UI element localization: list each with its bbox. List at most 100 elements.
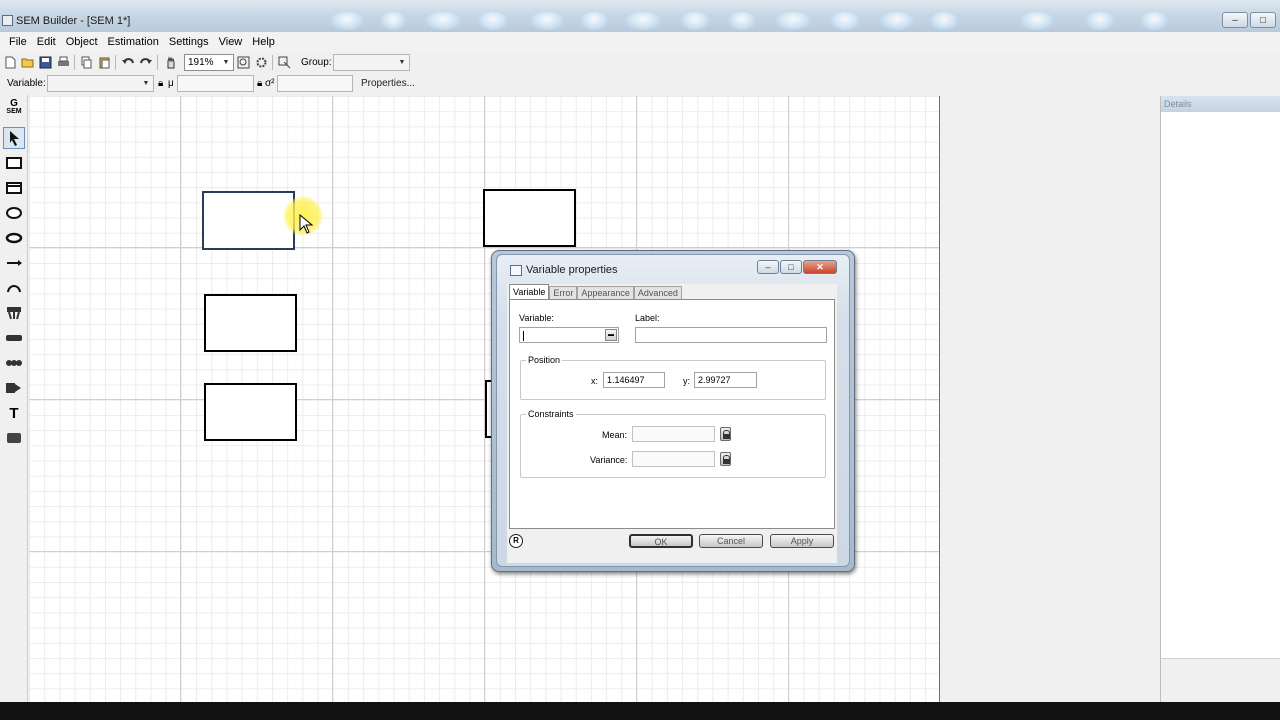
label-field-label: Label: [635,313,660,323]
r-help-icon[interactable]: R [509,534,523,548]
constraints-group: Constraints Mean: Variance: [520,409,826,478]
open-icon[interactable] [20,55,35,70]
dialog-title: Variable properties [526,264,618,276]
generalized-variable-tool-icon[interactable] [3,177,25,199]
details-footer [1161,658,1280,702]
chevron-down-icon: ▼ [222,59,230,66]
apply-button[interactable]: Apply [770,534,834,548]
properties-button[interactable]: Properties... [361,78,415,89]
minimize-button[interactable]: – [1222,12,1248,28]
measurement-component-tool-icon[interactable] [3,302,25,324]
observed-variable-tool-icon[interactable] [3,152,25,174]
variable-tab-page: Variable: ▬ Label: Position x: 1.146497 … [509,299,835,529]
variable-properties-dialog: Variable properties – □ ✕ Variable Error… [491,250,855,572]
menu-edit[interactable]: Edit [32,36,61,48]
menu-view[interactable]: View [214,36,248,48]
menu-settings[interactable]: Settings [164,36,214,48]
menu-file[interactable]: File [4,36,32,48]
toolbox: G SEM T [0,95,28,702]
right-workspace [941,96,1160,702]
tab-appearance[interactable]: Appearance [577,286,634,300]
latent-variable-tool-icon[interactable] [3,202,25,224]
area-tool-icon[interactable] [3,427,25,449]
multilevel-latent-tool-icon[interactable] [3,227,25,249]
new-icon[interactable] [3,55,18,70]
undo-icon[interactable] [120,55,135,70]
lock-icon[interactable] [720,452,731,466]
y-label: y: [683,376,691,386]
tab-advanced[interactable]: Advanced [633,286,682,300]
title-bar: SEM Builder - [SEM 1*] – □ [0,0,1280,32]
mean-input[interactable] [177,75,254,92]
dialog-icon [510,265,522,276]
details-panel: Details [1160,96,1280,702]
ok-button[interactable]: OK [629,534,693,548]
menu-estimation[interactable]: Estimation [103,36,164,48]
zoom-select[interactable]: 191% ▼ [184,54,234,71]
mean-label: Mean: [602,430,628,440]
mean-symbol: μ [168,78,174,89]
add-group-tool-icon[interactable] [3,377,25,399]
variable-toolbar: Variable: ▼ 🔒︎ μ 🔒︎ σ² Properties... [0,73,1280,94]
group-tool-icon[interactable] [277,55,292,70]
position-group-label: Position [526,355,563,365]
window-title: SEM Builder - [SEM 1*] [16,15,131,27]
mean-constraint-input[interactable] [632,426,715,442]
variable-field-label: Variable: [519,313,554,323]
menu-bar: File Edit Object Estimation Settings Vie… [0,32,1280,52]
chain-tool-icon[interactable] [3,352,25,374]
main-toolbar: 191% ▼ Group: ▼ [0,52,1280,73]
variance-label: Variance: [590,455,628,465]
paste-icon[interactable] [97,55,112,70]
variable-select[interactable]: ▼ [47,75,154,92]
dialog-tabs: Variable Error Appearance Advanced [509,284,682,300]
menu-help[interactable]: Help [247,36,280,48]
copy-icon[interactable] [79,55,94,70]
app-icon [2,15,13,26]
constraints-group-label: Constraints [526,409,576,419]
group-label: Group: [301,57,332,68]
text-caret [523,330,524,341]
chevron-down-icon: ▼ [398,59,406,66]
observed-variable-box[interactable] [204,294,297,352]
maximize-button[interactable]: □ [1250,12,1276,28]
variable-combo[interactable]: ▬ [519,327,619,343]
group-select[interactable]: ▼ [333,54,410,71]
label-input[interactable] [635,327,827,343]
x-input[interactable]: 1.146497 [603,372,665,388]
y-input[interactable]: 2.99727 [694,372,757,388]
zoom-fit-icon[interactable] [236,55,251,70]
observed-variable-box[interactable] [483,189,576,247]
pan-icon[interactable] [163,55,178,70]
regression-component-tool-icon[interactable] [3,327,25,349]
variance-lock-icon[interactable]: 🔒︎ [257,78,262,89]
select-tool-icon[interactable] [3,127,25,149]
cancel-button[interactable]: Cancel [699,534,763,548]
tab-variable[interactable]: Variable [509,284,550,300]
variance-input[interactable] [277,75,353,92]
dialog-minimize-button[interactable]: – [757,260,779,274]
save-icon[interactable] [38,55,53,70]
chevron-down-icon[interactable]: ▬ [605,329,617,341]
print-icon[interactable] [56,55,71,70]
x-label: x: [591,376,599,386]
redo-icon[interactable] [139,55,154,70]
mean-lock-icon[interactable]: 🔒︎ [158,78,163,89]
gsem-logo: G SEM [6,98,22,116]
tab-error[interactable]: Error [549,286,578,300]
settings-icon[interactable] [254,55,269,70]
dialog-maximize-button[interactable]: □ [780,260,802,274]
position-group: Position x: 1.146497 y: 2.99727 [520,355,826,400]
observed-variable-box[interactable] [204,383,297,441]
variance-symbol: σ² [265,78,275,89]
observed-variable-box[interactable] [202,191,295,250]
lock-icon[interactable] [720,427,731,441]
details-header: Details [1161,96,1280,112]
dialog-client: Variable Error Appearance Advanced Varia… [507,284,837,563]
covariance-tool-icon[interactable] [3,277,25,299]
dialog-close-button[interactable]: ✕ [803,260,837,274]
variance-constraint-input[interactable] [632,451,715,467]
path-tool-icon[interactable] [3,252,25,274]
text-tool-icon[interactable]: T [3,402,25,424]
menu-object[interactable]: Object [61,36,103,48]
